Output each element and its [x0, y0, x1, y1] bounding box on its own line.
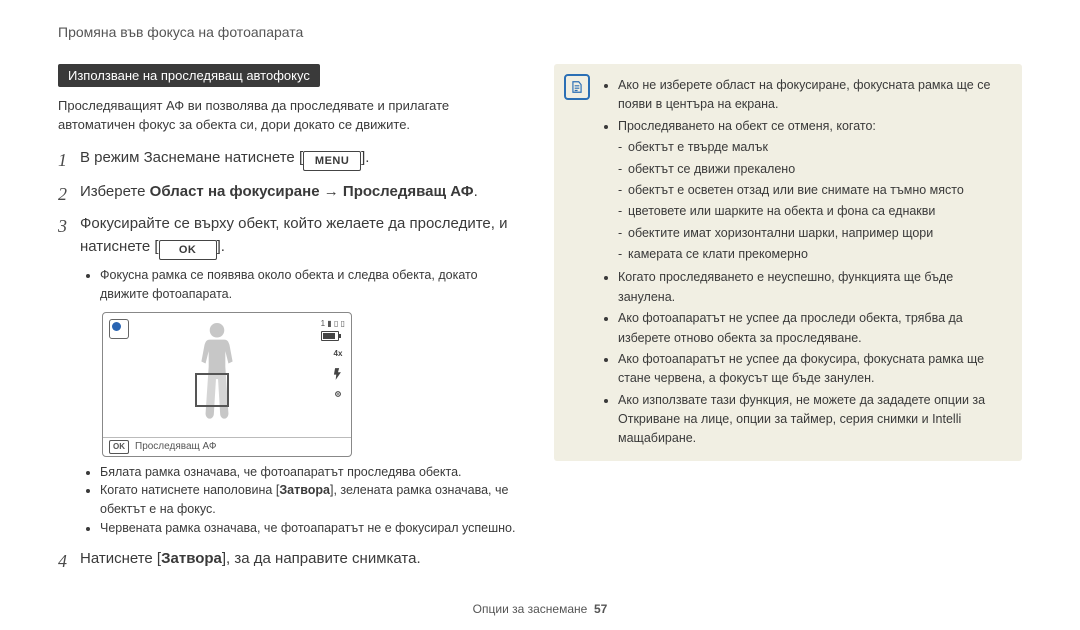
info-2-sub-5: обектите имат хоризонтални шарки, наприм…	[628, 224, 1008, 243]
right-column: Ако не изберете област на фокусиране, фо…	[554, 64, 1022, 580]
steps-list: В режим Заснемане натиснете [MENU]. Избе…	[58, 147, 526, 571]
s3b2-pre: Когато натиснете наполовина [	[100, 483, 279, 497]
info-2: Проследяването на обект се отменя, когат…	[618, 117, 1008, 265]
lcd-hud: 1 ▮ ▯ ▯	[321, 319, 345, 344]
info-1: Ако не изберете област на фокусиране, фо…	[618, 76, 1008, 115]
info-2-sub: обектът е твърде малък обектът се движи …	[618, 138, 1008, 264]
two-column-layout: Използване на проследяващ автофокус Прос…	[58, 64, 1022, 580]
info-4: Ако фотоапаратът не успее да проследи об…	[618, 309, 1008, 348]
step-3-bullet-3: Червената рамка означава, че фотоапаратъ…	[100, 519, 526, 538]
info-box: Ако не изберете област на фокусиране, фо…	[554, 64, 1022, 461]
left-column: Използване на проследяващ автофокус Прос…	[58, 64, 526, 580]
shutter-label-1: Затвора	[279, 483, 330, 497]
step-3-note-list: Фокусна рамка се появява около обекта и …	[80, 266, 526, 304]
note-icon	[564, 74, 590, 100]
running-head: Промяна във фокуса на фотоапарата	[58, 24, 1022, 40]
info-2-lead: Проследяването на обект се отменя, когат…	[618, 119, 876, 133]
tracking-af-label: Проследяващ АФ	[343, 183, 474, 200]
step-4-post: ], за да направите снимката.	[222, 550, 421, 567]
page-number: 57	[594, 602, 607, 616]
mode-icon	[109, 319, 129, 339]
step-4-pre: Натиснете [	[80, 550, 161, 567]
info-5: Ако фотоапаратът не успее да фокусира, ф…	[618, 350, 1008, 389]
flash-icon	[331, 367, 345, 381]
step-3-pre: Фокусирайте се върху обект, който желает…	[80, 215, 507, 255]
step-2: Изберете Област на фокусиране → Проследя…	[58, 181, 526, 204]
lcd-status-text: Проследяващ АФ	[135, 439, 216, 454]
lcd-illustration: 1 ▮ ▯ ▯ 4x	[102, 312, 352, 457]
ok-icon: OK	[159, 240, 217, 260]
step-3-bullets: Бялата рамка означава, че фотоапаратът п…	[80, 463, 526, 538]
step-2-post: .	[474, 183, 478, 200]
info-list: Ако не изберете област на фокусиране, фо…	[600, 76, 1008, 449]
zoom-icon: 4x	[331, 347, 345, 361]
step-1-post: ].	[361, 149, 369, 166]
step-1-pre: В режим Заснемане натиснете [	[80, 149, 303, 166]
lcd-statusbar: OK Проследяващ АФ	[103, 437, 351, 456]
menu-icon: MENU	[303, 151, 361, 171]
remaining-shots: 1	[321, 319, 325, 328]
step-3-bullet-1: Бялата рамка означава, че фотоапаратът п…	[100, 463, 526, 482]
ok-status-icon: OK	[109, 440, 129, 454]
info-2-sub-4: цветовете или шарките на обекта и фона с…	[628, 202, 1008, 221]
step-2-arrow: →	[320, 183, 343, 200]
target-icon	[331, 387, 345, 401]
focus-area-label: Област на фокусиране	[150, 183, 320, 200]
page-footer: Опции за заснемане 57	[0, 602, 1080, 616]
info-2-sub-6: камерата се клати прекомерно	[628, 245, 1008, 264]
shutter-label-2: Затвора	[161, 550, 222, 567]
focus-frame	[195, 373, 229, 407]
info-2-sub-1: обектът е твърде малък	[628, 138, 1008, 157]
intro-paragraph: Проследяващият АФ ви позволява да просле…	[58, 97, 526, 135]
manual-page: Промяна във фокуса на фотоапарата Използ…	[0, 0, 1080, 630]
section-heading: Използване на проследяващ автофокус	[58, 64, 320, 87]
step-3-note: Фокусна рамка се появява около обекта и …	[100, 266, 526, 304]
footer-label: Опции за заснемане	[473, 602, 588, 616]
step-3-bullet-2: Когато натиснете наполовина [Затвора], з…	[100, 481, 526, 519]
info-6: Ако използвате тази функция, не можете д…	[618, 391, 1008, 449]
step-3-post: ].	[217, 238, 225, 255]
info-3: Когато проследяването е неуспешно, функц…	[618, 268, 1008, 307]
info-2-sub-3: обектът е осветен отзад или вие снимате …	[628, 181, 1008, 200]
lcd-right-icons: 4x	[331, 347, 345, 401]
battery-icon	[321, 331, 339, 341]
step-4: Натиснете [Затвора], за да направите сни…	[58, 548, 526, 571]
info-2-sub-2: обектът се движи прекалено	[628, 160, 1008, 179]
step-3: Фокусирайте се върху обект, който желает…	[58, 213, 526, 537]
step-2-pre: Изберете	[80, 183, 150, 200]
step-1: В режим Заснемане натиснете [MENU].	[58, 147, 526, 171]
